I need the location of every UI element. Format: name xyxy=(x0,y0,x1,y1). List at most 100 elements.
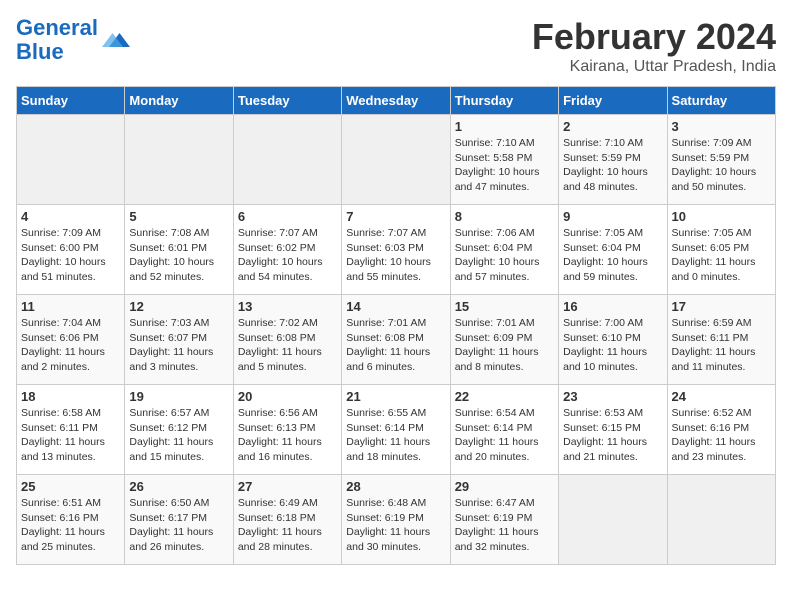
day-header-wednesday: Wednesday xyxy=(342,87,450,115)
day-info: Sunrise: 6:48 AM Sunset: 6:19 PM Dayligh… xyxy=(346,496,445,555)
day-number: 8 xyxy=(455,209,554,224)
calendar-cell: 18 Sunrise: 6:58 AM Sunset: 6:11 PM Dayli… xyxy=(17,385,125,475)
calendar-cell: 22Sunrise: 6:54 AM Sunset: 6:14 PM Dayli… xyxy=(450,385,558,475)
calendar-cell: 4Sunrise: 7:09 AM Sunset: 6:00 PM Daylig… xyxy=(17,205,125,295)
day-info: Sunrise: 6:47 AM Sunset: 6:19 PM Dayligh… xyxy=(455,496,554,555)
day-header-sunday: Sunday xyxy=(17,87,125,115)
day-info: Sunrise: 7:01 AM Sunset: 6:09 PM Dayligh… xyxy=(455,316,554,375)
day-number: 22 xyxy=(455,389,554,404)
subtitle: Kairana, Uttar Pradesh, India xyxy=(532,58,776,76)
logo: General Blue xyxy=(16,16,130,64)
calendar-week-row: 18 Sunrise: 6:58 AM Sunset: 6:11 PM Dayli… xyxy=(17,385,776,475)
day-number: 16 xyxy=(563,299,662,314)
calendar-week-row: 11 Sunrise: 7:04 AM Sunset: 6:06 PM Dayli… xyxy=(17,295,776,385)
calendar-cell: 28 Sunrise: 6:48 AM Sunset: 6:19 PM Dayli… xyxy=(342,475,450,565)
calendar-cell: 14 Sunrise: 7:01 AM Sunset: 6:08 PM Dayli… xyxy=(342,295,450,385)
day-info: Sunrise: 7:07 AM Sunset: 6:03 PM Dayligh… xyxy=(346,226,445,285)
logo-line2: Blue xyxy=(16,39,64,64)
calendar-week-row: 25Sunrise: 6:51 AM Sunset: 6:16 PM Dayli… xyxy=(17,475,776,565)
calendar-cell: 19Sunrise: 6:57 AM Sunset: 6:12 PM Dayli… xyxy=(125,385,233,475)
day-header-thursday: Thursday xyxy=(450,87,558,115)
calendar-cell: 11 Sunrise: 7:04 AM Sunset: 6:06 PM Dayli… xyxy=(17,295,125,385)
day-header-monday: Monday xyxy=(125,87,233,115)
calendar-cell xyxy=(125,115,233,205)
calendar-cell: 13 Sunrise: 7:02 AM Sunset: 6:08 PM Dayli… xyxy=(233,295,341,385)
day-info: Sunrise: 6:58 AM Sunset: 6:11 PM Dayligh… xyxy=(21,406,120,465)
day-info: Sunrise: 7:05 AM Sunset: 6:05 PM Dayligh… xyxy=(672,226,771,285)
day-info: Sunrise: 6:52 AM Sunset: 6:16 PM Dayligh… xyxy=(672,406,771,465)
calendar-cell xyxy=(17,115,125,205)
day-info: Sunrise: 7:06 AM Sunset: 6:04 PM Dayligh… xyxy=(455,226,554,285)
logo-icon xyxy=(102,26,130,54)
calendar-cell: 5 Sunrise: 7:08 AM Sunset: 6:01 PM Daylig… xyxy=(125,205,233,295)
day-number: 13 xyxy=(238,299,337,314)
day-info: Sunrise: 7:00 AM Sunset: 6:10 PM Dayligh… xyxy=(563,316,662,375)
day-number: 7 xyxy=(346,209,445,224)
day-number: 15 xyxy=(455,299,554,314)
day-number: 11 xyxy=(21,299,120,314)
calendar-cell xyxy=(667,475,775,565)
calendar-week-row: 4Sunrise: 7:09 AM Sunset: 6:00 PM Daylig… xyxy=(17,205,776,295)
day-number: 12 xyxy=(129,299,228,314)
day-number: 19 xyxy=(129,389,228,404)
day-info: Sunrise: 6:49 AM Sunset: 6:18 PM Dayligh… xyxy=(238,496,337,555)
day-info: Sunrise: 7:01 AM Sunset: 6:08 PM Dayligh… xyxy=(346,316,445,375)
day-number: 28 xyxy=(346,479,445,494)
calendar-cell: 16 Sunrise: 7:00 AM Sunset: 6:10 PM Dayli… xyxy=(559,295,667,385)
day-number: 5 xyxy=(129,209,228,224)
day-info: Sunrise: 7:09 AM Sunset: 6:00 PM Dayligh… xyxy=(21,226,120,285)
day-number: 1 xyxy=(455,119,554,134)
day-info: Sunrise: 6:55 AM Sunset: 6:14 PM Dayligh… xyxy=(346,406,445,465)
day-number: 21 xyxy=(346,389,445,404)
logo-text: General Blue xyxy=(16,16,98,64)
day-number: 17 xyxy=(672,299,771,314)
calendar-cell: 21 Sunrise: 6:55 AM Sunset: 6:14 PM Dayli… xyxy=(342,385,450,475)
day-number: 20 xyxy=(238,389,337,404)
day-number: 18 xyxy=(21,389,120,404)
day-number: 23 xyxy=(563,389,662,404)
day-number: 2 xyxy=(563,119,662,134)
calendar-cell: 27Sunrise: 6:49 AM Sunset: 6:18 PM Dayli… xyxy=(233,475,341,565)
calendar-cell xyxy=(233,115,341,205)
calendar-cell: 17Sunrise: 6:59 AM Sunset: 6:11 PM Dayli… xyxy=(667,295,775,385)
day-info: Sunrise: 7:08 AM Sunset: 6:01 PM Dayligh… xyxy=(129,226,228,285)
day-number: 14 xyxy=(346,299,445,314)
day-info: Sunrise: 7:07 AM Sunset: 6:02 PM Dayligh… xyxy=(238,226,337,285)
calendar-cell: 3 Sunrise: 7:09 AM Sunset: 5:59 PM Daylig… xyxy=(667,115,775,205)
calendar-cell: 2 Sunrise: 7:10 AM Sunset: 5:59 PM Daylig… xyxy=(559,115,667,205)
day-info: Sunrise: 7:04 AM Sunset: 6:06 PM Dayligh… xyxy=(21,316,120,375)
day-info: Sunrise: 7:02 AM Sunset: 6:08 PM Dayligh… xyxy=(238,316,337,375)
title-area: February 2024 Kairana, Uttar Pradesh, In… xyxy=(532,16,776,76)
day-number: 25 xyxy=(21,479,120,494)
calendar-cell: 9 Sunrise: 7:05 AM Sunset: 6:04 PM Daylig… xyxy=(559,205,667,295)
calendar-cell: 8 Sunrise: 7:06 AM Sunset: 6:04 PM Daylig… xyxy=(450,205,558,295)
day-number: 24 xyxy=(672,389,771,404)
day-number: 10 xyxy=(672,209,771,224)
day-info: Sunrise: 6:53 AM Sunset: 6:15 PM Dayligh… xyxy=(563,406,662,465)
calendar-cell: 23 Sunrise: 6:53 AM Sunset: 6:15 PM Dayli… xyxy=(559,385,667,475)
calendar-cell: 7 Sunrise: 7:07 AM Sunset: 6:03 PM Daylig… xyxy=(342,205,450,295)
calendar-week-row: 1Sunrise: 7:10 AM Sunset: 5:58 PM Daylig… xyxy=(17,115,776,205)
calendar-table: SundayMondayTuesdayWednesdayThursdayFrid… xyxy=(16,86,776,565)
calendar-cell xyxy=(342,115,450,205)
calendar-cell: 20 Sunrise: 6:56 AM Sunset: 6:13 PM Dayli… xyxy=(233,385,341,475)
calendar-cell: 1Sunrise: 7:10 AM Sunset: 5:58 PM Daylig… xyxy=(450,115,558,205)
header: General Blue February 2024 Kairana, Utta… xyxy=(16,16,776,76)
day-info: Sunrise: 6:56 AM Sunset: 6:13 PM Dayligh… xyxy=(238,406,337,465)
day-number: 26 xyxy=(129,479,228,494)
day-number: 29 xyxy=(455,479,554,494)
day-header-friday: Friday xyxy=(559,87,667,115)
calendar-header-row: SundayMondayTuesdayWednesdayThursdayFrid… xyxy=(17,87,776,115)
day-number: 9 xyxy=(563,209,662,224)
calendar-cell: 6Sunrise: 7:07 AM Sunset: 6:02 PM Daylig… xyxy=(233,205,341,295)
calendar-cell: 29 Sunrise: 6:47 AM Sunset: 6:19 PM Dayli… xyxy=(450,475,558,565)
logo-line1: General xyxy=(16,15,98,40)
calendar-cell: 10 Sunrise: 7:05 AM Sunset: 6:05 PM Dayli… xyxy=(667,205,775,295)
calendar-cell: 26Sunrise: 6:50 AM Sunset: 6:17 PM Dayli… xyxy=(125,475,233,565)
calendar-cell: 12Sunrise: 7:03 AM Sunset: 6:07 PM Dayli… xyxy=(125,295,233,385)
calendar-cell: 15 Sunrise: 7:01 AM Sunset: 6:09 PM Dayli… xyxy=(450,295,558,385)
day-info: Sunrise: 7:10 AM Sunset: 5:59 PM Dayligh… xyxy=(563,136,662,195)
day-info: Sunrise: 7:09 AM Sunset: 5:59 PM Dayligh… xyxy=(672,136,771,195)
day-number: 3 xyxy=(672,119,771,134)
day-info: Sunrise: 7:05 AM Sunset: 6:04 PM Dayligh… xyxy=(563,226,662,285)
